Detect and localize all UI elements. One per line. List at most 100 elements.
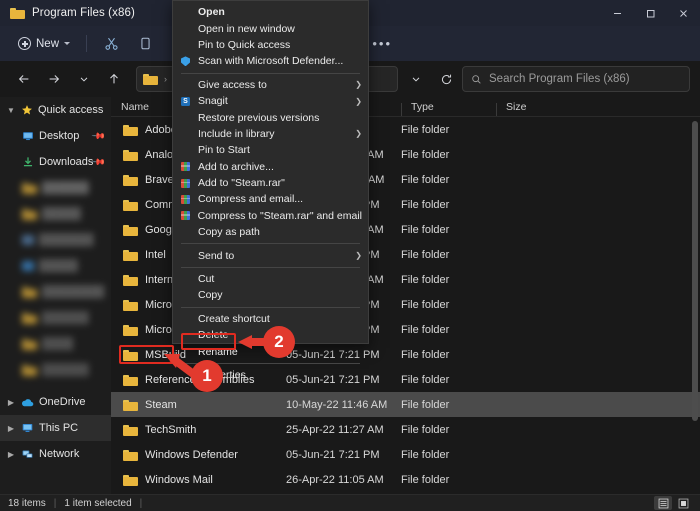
folder-icon (123, 224, 138, 236)
sidebar-item-downloads[interactable]: Downloads 📌 (0, 149, 111, 175)
scrollbar-thumb[interactable] (692, 121, 698, 421)
file-type-cell: File folder (401, 248, 450, 261)
list-item[interactable]: ██████ (0, 357, 111, 383)
star-icon (22, 105, 32, 115)
file-name-cell: Steam (111, 399, 286, 411)
copy-icon[interactable] (129, 31, 161, 57)
file-name-label: Intel (145, 248, 166, 261)
menu-item-give-access-to[interactable]: Give access to ❯ (173, 77, 368, 93)
list-item-label: █████ (39, 260, 78, 272)
menu-item-include-in-library[interactable]: Include in library ❯ (173, 126, 368, 142)
table-row[interactable]: TechSmith 25-Apr-22 11:27 AM File folder (111, 417, 700, 442)
minimize-button[interactable] (601, 0, 634, 26)
menu-item-label: Add to "Steam.rar" (198, 177, 285, 190)
address-dropdown-button[interactable] (402, 66, 430, 92)
winrar-icon (181, 211, 190, 221)
details-view-button[interactable] (654, 496, 672, 510)
file-type-cell: File folder (401, 448, 450, 461)
search-input[interactable]: Search Program Files (x86) (462, 66, 690, 92)
sidebar-item-this-pc[interactable]: ▶ This PC (0, 415, 111, 441)
folder-icon (123, 249, 138, 261)
chevron-down-icon[interactable]: ▼ (6, 106, 16, 115)
list-item[interactable]: █████ (0, 253, 111, 279)
generic-icon (22, 235, 34, 245)
chevron-right-icon[interactable]: ▶ (6, 424, 16, 433)
menu-item-compress-to-steam-rar-and-email[interactable]: Compress to "Steam.rar" and email (173, 208, 368, 224)
column-header-type[interactable]: Type (401, 101, 496, 116)
column-header-size[interactable]: Size (496, 101, 566, 116)
menu-item-restore-previous-versions[interactable]: Restore previous versions (173, 109, 368, 125)
menu-item-compress-and-email[interactable]: Compress and email... (173, 191, 368, 207)
sidebar-item-network[interactable]: ▶ Network (0, 441, 111, 467)
list-item[interactable]: ████████ (0, 279, 111, 305)
menu-item-label: Create shortcut (198, 312, 270, 325)
up-button[interactable] (100, 66, 128, 92)
sidebar-item-quick-access[interactable]: ▼ Quick access (0, 97, 111, 123)
new-button[interactable]: New (10, 31, 78, 57)
context-menu: Open Open in new window Pin to Quick acces… (172, 0, 369, 381)
refresh-button[interactable] (432, 66, 460, 92)
cut-icon[interactable] (95, 31, 127, 57)
recent-locations-button[interactable] (70, 66, 98, 92)
menu-item-add-to-archive[interactable]: Add to archive... (173, 159, 368, 175)
list-item[interactable]: █████ (0, 201, 111, 227)
desktop-icon (23, 132, 33, 141)
menu-item-label: Open (198, 6, 225, 19)
list-item[interactable]: ████ (0, 331, 111, 357)
menu-separator (181, 243, 360, 245)
sidebar-item-label: This PC (39, 422, 79, 434)
see-more-button[interactable]: ••• (364, 31, 400, 57)
menu-item-open-in-new-window[interactable]: Open in new window (173, 20, 368, 36)
table-row[interactable]: Windows Defender 05-Jun-21 7:21 PM File fo… (111, 442, 700, 467)
folder-icon (143, 73, 158, 85)
forward-button[interactable] (40, 66, 68, 92)
large-icons-view-button[interactable] (674, 496, 692, 510)
sidebar-item-label: Quick access (38, 104, 104, 116)
folder-icon (123, 474, 138, 486)
status-divider: | (53, 497, 57, 509)
sidebar-item-desktop[interactable]: Desktop 📌 (0, 123, 111, 149)
network-icon (22, 450, 33, 458)
menu-item-label: Pin to Quick access (198, 38, 291, 51)
back-button[interactable] (10, 66, 38, 92)
menu-item-label: Pin to Start (198, 144, 250, 157)
maximize-button[interactable] (634, 0, 667, 26)
sidebar-item-onedrive[interactable]: ▶ OneDrive (0, 389, 111, 415)
menu-item-add-to-steam-rar[interactable]: Add to "Steam.rar" (173, 175, 368, 191)
winrar-icon (181, 211, 198, 221)
file-name-cell: TechSmith (111, 424, 286, 436)
menu-item-copy[interactable]: Copy (173, 287, 368, 303)
list-item[interactable]: ██████ (0, 305, 111, 331)
menu-item-create-shortcut[interactable]: Create shortcut (173, 311, 368, 327)
pin-icon[interactable]: 📌 (91, 128, 106, 144)
new-button-label: New (36, 37, 60, 50)
menu-item-label: Compress and email... (198, 193, 304, 206)
folder-icon (22, 182, 37, 194)
vertical-scrollbar[interactable] (691, 117, 700, 494)
file-date-cell: 26-Apr-22 11:05 AM (286, 473, 384, 486)
folder-icon (123, 274, 138, 286)
folder-icon (123, 174, 138, 186)
menu-item-pin-to-start[interactable]: Pin to Start (173, 142, 368, 158)
folder-icon (123, 449, 138, 461)
large-icons-view-icon (678, 498, 688, 508)
window-tab[interactable]: Program Files (x86) (0, 0, 145, 26)
menu-item-send-to[interactable]: Send to ❯ (173, 247, 368, 263)
menu-item-scan-with-microsoft-defender[interactable]: Scan with Microsoft Defender... (173, 53, 368, 69)
menu-item-pin-to-quick-access[interactable]: Pin to Quick access (173, 37, 368, 53)
table-row[interactable]: Windows Mail 26-Apr-22 11:05 AM File folde… (111, 467, 700, 492)
item-count-label: 18 items (8, 497, 46, 509)
chevron-right-icon[interactable]: ▶ (6, 398, 16, 407)
list-item[interactable]: ██████ (0, 175, 111, 201)
menu-item-snagit[interactable]: S Snagit ❯ (173, 93, 368, 109)
menu-item-cut[interactable]: Cut (173, 271, 368, 287)
menu-item-open[interactable]: Open (173, 4, 368, 20)
close-button[interactable] (667, 0, 700, 26)
generic-icon (22, 261, 34, 271)
chevron-right-icon[interactable]: ▶ (6, 450, 16, 459)
folder-icon (22, 286, 37, 298)
menu-item-copy-as-path[interactable]: Copy as path (173, 224, 368, 240)
table-row[interactable]: Steam 10-May-22 11:46 AM File folder (111, 392, 700, 417)
list-item[interactable]: ███████ (0, 227, 111, 253)
menu-separator (181, 266, 360, 268)
